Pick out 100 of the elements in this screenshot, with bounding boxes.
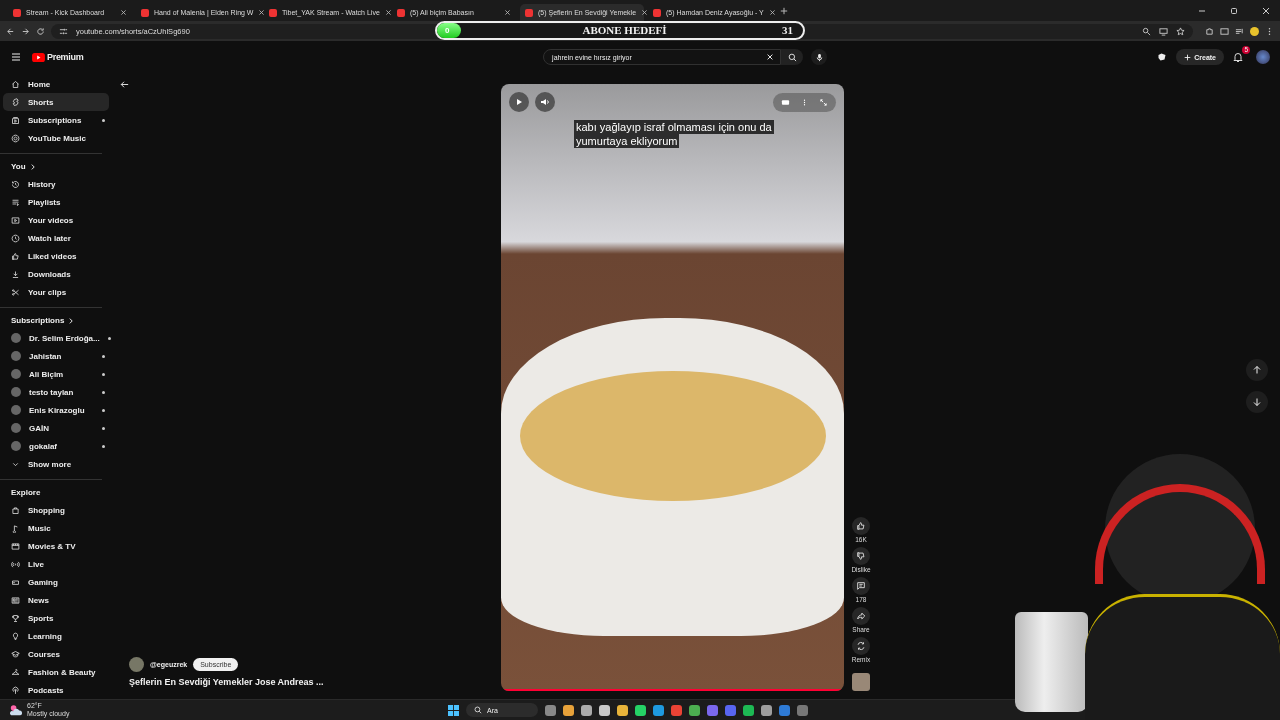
- tab-favicon-icon: [141, 8, 149, 17]
- sidebar-item[interactable]: News: [3, 591, 109, 609]
- cloud-icon[interactable]: [8, 703, 24, 717]
- install-icon[interactable]: [1159, 26, 1168, 36]
- notifications-icon[interactable]: [1232, 51, 1244, 63]
- account-avatar[interactable]: [1256, 50, 1270, 64]
- sidebar-item[interactable]: Music: [3, 519, 109, 537]
- close-icon[interactable]: [1261, 5, 1271, 16]
- section-heading[interactable]: You: [11, 159, 26, 175]
- sound-thumbnail[interactable]: [852, 673, 870, 691]
- sidebar-item[interactable]: Shopping: [3, 501, 109, 519]
- channel-item[interactable]: GAİN: [3, 419, 109, 437]
- menu-icon[interactable]: [10, 51, 22, 63]
- sidebar-item[interactable]: Subscriptions: [3, 111, 109, 129]
- site-settings-icon[interactable]: [59, 26, 68, 36]
- close-icon[interactable]: [258, 9, 266, 16]
- chevron-right-icon[interactable]: [67, 317, 76, 325]
- close-icon[interactable]: [504, 9, 511, 16]
- sidebar-item[interactable]: Live: [3, 555, 109, 573]
- close-icon[interactable]: [641, 9, 649, 16]
- comment-button[interactable]: [852, 577, 870, 595]
- share-button[interactable]: [852, 607, 870, 625]
- voice-search-button[interactable]: [811, 49, 828, 65]
- sidebar-item[interactable]: Movies & TV: [3, 537, 109, 555]
- start-icon[interactable]: [448, 704, 459, 716]
- taskbar-app-icon[interactable]: [563, 704, 574, 716]
- like-button[interactable]: [852, 517, 870, 535]
- section-heading[interactable]: Subscriptions: [11, 313, 65, 329]
- extensions-icon[interactable]: [1205, 26, 1214, 36]
- search-button[interactable]: [781, 49, 804, 65]
- sidebar-item[interactable]: Watch later: [3, 229, 109, 247]
- sidebar-item[interactable]: Gaming: [3, 573, 109, 591]
- close-icon[interactable]: [120, 9, 127, 16]
- download-icon: [11, 269, 20, 279]
- sidebar-item[interactable]: Learning: [3, 627, 109, 645]
- star-icon[interactable]: [1176, 26, 1185, 36]
- channel-item[interactable]: testo taylan: [3, 383, 109, 401]
- channel-item[interactable]: Ali Biçim: [3, 365, 109, 383]
- channel-item[interactable]: Jahistan: [3, 347, 109, 365]
- podcast-icon: [11, 685, 20, 695]
- arrow-down-icon: [1252, 397, 1262, 407]
- sidebar-item[interactable]: YouTube Music: [3, 129, 109, 147]
- sidebar-item[interactable]: Your clips: [3, 283, 109, 301]
- logo-text[interactable]: Premium: [47, 52, 84, 62]
- fullscreen-icon[interactable]: [819, 97, 828, 107]
- taskbar-app-icon[interactable]: [743, 704, 754, 716]
- video-title[interactable]: Şeflerin En Sevdiği Yemekler Jose Andreas ...: [129, 677, 501, 687]
- close-icon[interactable]: [768, 9, 776, 16]
- sidebar-item[interactable]: Sports: [3, 609, 109, 627]
- video-frame-placeholder[interactable]: kabı yağlayıp israf olmaması için onu da yumurtaya ekliyorum: [501, 84, 844, 691]
- taskbar-app-icon[interactable]: [761, 704, 772, 716]
- sidebar-item[interactable]: Courses: [3, 645, 109, 663]
- sidebar-item[interactable]: Playlists: [3, 193, 109, 211]
- taskbar-app-icon[interactable]: [671, 704, 682, 716]
- captions-icon[interactable]: [781, 97, 790, 107]
- dislike-button[interactable]: [852, 547, 870, 565]
- taskbar-app-icon[interactable]: [653, 704, 664, 716]
- sidebar-item[interactable]: Shorts: [3, 93, 109, 111]
- channel-item[interactable]: gokalaf: [3, 437, 109, 455]
- play-logo-icon[interactable]: [32, 52, 45, 62]
- previous-video-button[interactable]: [1246, 359, 1268, 381]
- sidebar-item[interactable]: Podcasts: [3, 681, 109, 699]
- play-icon: [514, 97, 524, 107]
- channel-item[interactable]: Enis Kirazoglu: [3, 401, 109, 419]
- video-caption: kabı yağlayıp israf olmaması için onu da yumurtaya ekliyorum: [574, 120, 775, 148]
- sidebar-item[interactable]: Downloads: [3, 265, 109, 283]
- profile-avatar[interactable]: [1250, 26, 1259, 36]
- remix-button[interactable]: [852, 637, 870, 655]
- taskbar-app-icon[interactable]: [581, 704, 592, 716]
- sidebar-item[interactable]: History: [3, 175, 109, 193]
- video-icon: [11, 215, 20, 225]
- sidebar-item[interactable]: Fashion & Beauty: [3, 663, 109, 681]
- sidebar-item[interactable]: Your videos: [3, 211, 109, 229]
- sidebar-item[interactable]: Home: [3, 75, 109, 93]
- goal-title: ABONE HEDEFİ: [581, 24, 668, 37]
- reload-icon[interactable]: [36, 26, 45, 36]
- tab-favicon-icon: [397, 8, 405, 17]
- volume-button[interactable]: [535, 92, 555, 112]
- taskbar-app-icon[interactable]: [545, 704, 556, 716]
- restore-icon[interactable]: [1229, 5, 1239, 16]
- back-arrow-icon[interactable]: [119, 79, 130, 90]
- channel-avatar[interactable]: [129, 657, 144, 672]
- sidebar-item[interactable]: Liked videos: [3, 247, 109, 265]
- next-video-button[interactable]: [1246, 391, 1268, 413]
- back-icon[interactable]: [6, 26, 15, 36]
- tab-search-icon[interactable]: [1220, 26, 1229, 36]
- play-button[interactable]: [509, 92, 529, 112]
- zoom-icon[interactable]: [1142, 26, 1151, 36]
- taskbar-app-icon[interactable]: [617, 704, 628, 716]
- channel-item[interactable]: Dr. Selim Erdoğa...: [3, 329, 109, 347]
- taskbar-app-icon[interactable]: [689, 704, 700, 716]
- taskbar-app-icon[interactable]: [635, 704, 646, 716]
- new-tab-icon[interactable]: [780, 6, 788, 15]
- show-more-item[interactable]: Show more: [3, 455, 109, 473]
- taskbar-app-icon[interactable]: [599, 704, 610, 716]
- clear-icon[interactable]: [766, 53, 775, 61]
- close-icon[interactable]: [384, 9, 392, 16]
- forward-icon[interactable]: [21, 26, 30, 36]
- shorts-icon: [11, 97, 20, 107]
- scissors-icon: [11, 287, 20, 297]
